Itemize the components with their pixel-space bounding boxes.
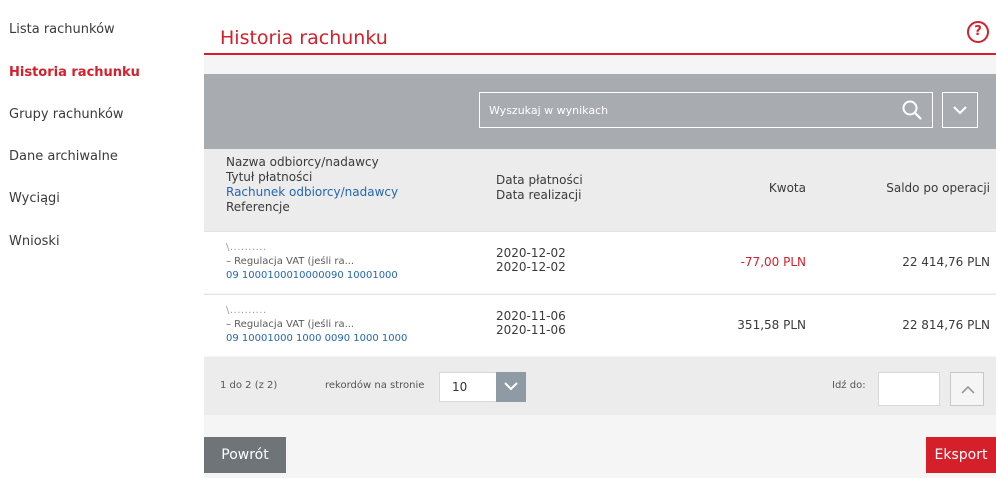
header-payment-date[interactable]: Data płatności — [496, 173, 583, 188]
balance: 22 414,76 PLN — [902, 255, 990, 269]
realization-date: 2020-11-06 — [496, 323, 566, 337]
chevron-down-icon — [504, 382, 518, 391]
header-col-name: Nazwa odbiorcy/nadawcy Tytuł płatności R… — [226, 155, 398, 215]
title-bar: Historia rachunku ? — [204, 10, 996, 55]
payment-date: 2020-12-02 — [496, 246, 566, 260]
sidebar-item-lista-rachunkow[interactable]: Lista rachunków — [9, 22, 115, 37]
sidebar-item-wyciagi[interactable]: Wyciągi — [9, 191, 60, 206]
header-recipient-name[interactable]: Nazwa odbiorcy/nadawcy — [226, 155, 398, 170]
row-details: \.......... – Regulacja VAT (jeśli ra...… — [226, 241, 398, 283]
sidebar-item-historia-rachunku[interactable]: Historia rachunku — [9, 65, 140, 80]
back-button[interactable]: Powrót — [204, 437, 286, 473]
header-realization-date[interactable]: Data realizacji — [496, 188, 583, 203]
header-amount[interactable]: Kwota — [769, 181, 806, 196]
page-title: Historia rachunku — [220, 27, 388, 49]
recipient-name: \.......... — [226, 242, 267, 253]
recipient-account[interactable]: 09 1000100010000090 10001000 — [226, 269, 398, 283]
header-payment-title[interactable]: Tytuł płatności — [226, 170, 398, 185]
goto-page-button[interactable] — [950, 372, 984, 406]
per-page-value: 10 — [452, 380, 468, 394]
search-toolbar — [204, 74, 996, 149]
chevron-down-icon — [953, 106, 967, 115]
amount: 351,58 PLN — [737, 318, 806, 332]
header-balance[interactable]: Saldo po operacji — [886, 181, 990, 196]
search-input[interactable] — [480, 93, 890, 127]
sidebar-item-grupy-rachunkow[interactable]: Grupy rachunków — [9, 107, 124, 122]
goto-page-input[interactable] — [878, 372, 940, 406]
sidebar-item-dane-archiwalne[interactable]: Dane archiwalne — [9, 149, 118, 164]
search-field — [479, 92, 933, 128]
goto-label: Idź do: — [832, 380, 866, 391]
row-dates: 2020-11-06 2020-11-06 — [496, 309, 566, 337]
search-icon[interactable] — [902, 100, 922, 120]
app-root: Lista rachunków Historia rachunku Grupy … — [0, 0, 996, 478]
payment-title: – Regulacja VAT (jeśli ra... — [226, 319, 355, 330]
table-row[interactable]: \.......... – Regulacja VAT (jeśli ra...… — [204, 231, 996, 293]
header-references[interactable]: Referencje — [226, 200, 398, 215]
per-page-dropdown-button[interactable] — [496, 372, 526, 402]
filter-toggle-button[interactable] — [942, 92, 978, 128]
amount: -77,00 PLN — [740, 255, 806, 269]
table-row[interactable]: \.......... – Regulacja VAT (jeśli ra...… — [204, 294, 996, 356]
header-col-dates: Data płatności Data realizacji — [496, 173, 583, 203]
per-page-select[interactable]: 10 — [439, 372, 526, 402]
row-dates: 2020-12-02 2020-12-02 — [496, 246, 566, 274]
header-recipient-account[interactable]: Rachunek odbiorcy/nadawcy — [226, 185, 398, 200]
realization-date: 2020-12-02 — [496, 260, 566, 274]
help-icon[interactable]: ? — [967, 21, 989, 43]
recipient-name: \.......... — [226, 305, 267, 316]
payment-date: 2020-11-06 — [496, 309, 566, 323]
balance: 22 814,76 PLN — [902, 318, 990, 332]
main-panel: Historia rachunku ? Nazwa odbiorcy/nadaw… — [204, 10, 996, 478]
sidebar-item-wnioski[interactable]: Wnioski — [9, 234, 60, 249]
export-button[interactable]: Eksport — [926, 437, 996, 473]
recipient-account[interactable]: 09 10001000 1000 0090 1000 1000 — [226, 332, 407, 346]
table-header: Nazwa odbiorcy/nadawcy Tytuł płatności R… — [204, 149, 996, 231]
pagination-bar: 1 do 2 (z 2) rekordów na stronie 10 Idź … — [204, 357, 996, 415]
payment-title: – Regulacja VAT (jeśli ra... — [226, 256, 355, 267]
row-details: \.......... – Regulacja VAT (jeśli ra...… — [226, 304, 407, 346]
chevron-up-icon — [961, 385, 975, 394]
per-page-label: rekordów na stronie — [325, 380, 425, 391]
record-count: 1 do 2 (z 2) — [220, 380, 278, 391]
